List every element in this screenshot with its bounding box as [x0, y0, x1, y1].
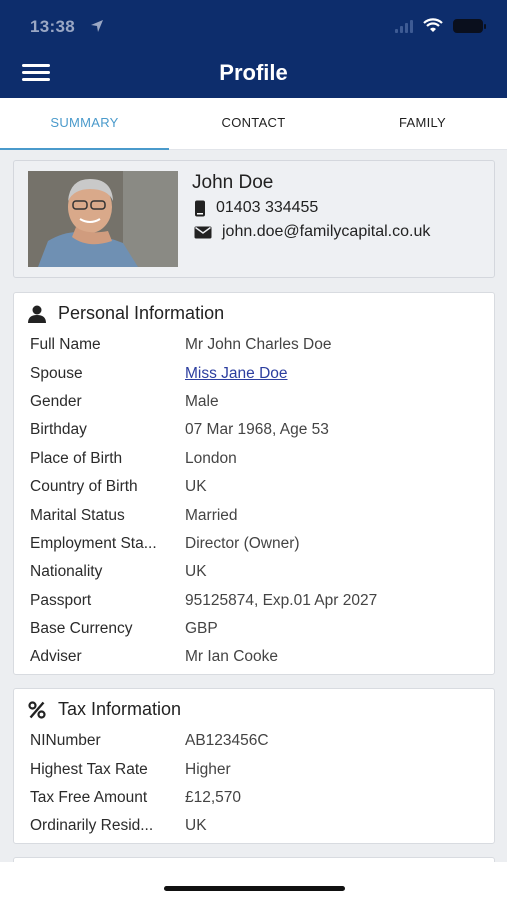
row-label: Place of Birth — [30, 449, 123, 467]
row-label: Nationality — [30, 563, 103, 581]
table-row: Adviser Mr Ian Cooke — [30, 643, 484, 671]
phone-icon — [195, 200, 205, 216]
signal-icon — [395, 19, 413, 33]
row-label: Ordinarily Resid... — [30, 817, 154, 835]
contact-name: John Doe — [192, 172, 274, 193]
home-indicator-area — [0, 862, 507, 900]
email-icon — [194, 226, 212, 238]
row-label: Highest Tax Rate — [30, 760, 148, 778]
row-label: Base Currency — [30, 620, 133, 638]
table-row: Employment Sta... Director (Owner) — [30, 530, 484, 558]
row-label: Birthday — [30, 421, 87, 439]
row-label: Employment Sta... — [30, 534, 157, 552]
row-value: 07 Mar 1968, Age 53 — [185, 421, 329, 439]
home-indicator[interactable] — [164, 886, 345, 891]
table-row: Marital Status Married — [30, 501, 484, 529]
email-row[interactable]: john.doe@familycapital.co.uk — [194, 223, 430, 241]
table-row: Full Name Mr John Charles Doe — [30, 331, 484, 359]
tab-summary[interactable]: SUMMARY — [0, 98, 169, 150]
table-row: Country of Birth UK — [30, 473, 484, 501]
avatar — [28, 171, 178, 267]
wifi-icon — [423, 18, 443, 32]
table-row: NINumber AB123456C — [30, 727, 484, 755]
row-value: Male — [185, 392, 219, 410]
row-label: Country of Birth — [30, 478, 138, 496]
row-value: London — [185, 449, 237, 467]
row-value: UK — [185, 817, 207, 835]
row-label: Gender — [30, 392, 82, 410]
battery-icon — [453, 18, 486, 33]
row-value: UK — [185, 563, 207, 581]
table-row: Place of Birth London — [30, 445, 484, 473]
row-value: Mr John Charles Doe — [185, 336, 332, 354]
row-value: GBP — [185, 620, 218, 638]
row-value: £12,570 — [185, 788, 242, 806]
row-label: Adviser — [30, 648, 82, 666]
row-label: Spouse — [30, 364, 83, 382]
row-value: Married — [185, 506, 238, 524]
personal-information-rows: Full Name Mr John Charles Doe Spouse Miss … — [30, 331, 484, 672]
row-label: Marital Status — [30, 506, 125, 524]
personal-information-title: Personal Information — [58, 303, 225, 323]
row-value: Higher — [185, 760, 231, 778]
table-row: Gender Male — [30, 388, 484, 416]
table-row: Highest Tax Rate Higher — [30, 755, 484, 783]
tab-family[interactable]: FAMILY — [338, 98, 507, 149]
row-value: Mr Ian Cooke — [185, 648, 279, 666]
status-indicators — [395, 18, 486, 33]
tax-information-rows: NINumber AB123456C Highest Tax Rate Higher… — [30, 727, 484, 841]
row-value: UK — [185, 478, 207, 496]
tax-information-header: Tax Information — [28, 699, 181, 720]
phone-row[interactable]: 01403 334455 — [194, 199, 318, 217]
personal-information-card: Personal Information Full Name Mr John Ch… — [13, 292, 495, 675]
status-time: 13:38 — [30, 17, 75, 36]
row-value: Director (Owner) — [185, 534, 300, 552]
page-title: Profile — [219, 60, 288, 85]
row-label: NINumber — [30, 732, 101, 750]
row-label: Passport — [30, 591, 92, 609]
tab-contact[interactable]: CONTACT — [169, 98, 338, 149]
personal-information-header: Personal Information — [28, 303, 224, 324]
percent-icon — [28, 700, 46, 719]
app-header: 13:38 Profile — [0, 0, 507, 98]
table-row: Passport 95125874, Exp.01 Apr 2027 — [30, 587, 484, 615]
spouse-link[interactable]: Miss Jane Doe — [185, 365, 288, 383]
tax-information-title: Tax Information — [58, 699, 182, 719]
table-row: Ordinarily Resid... UK — [30, 812, 484, 840]
table-row: Tax Free Amount £12,570 — [30, 784, 484, 812]
person-icon — [28, 305, 46, 323]
contact-card: John Doe 01403 334455 john.doe@familycap… — [13, 160, 495, 278]
table-row: Birthday 07 Mar 1968, Age 53 — [30, 416, 484, 444]
row-value: AB123456C — [185, 732, 269, 750]
table-row: Spouse Miss Jane Doe — [30, 359, 484, 387]
email-address: john.doe@familycapital.co.uk — [222, 223, 431, 240]
tax-information-card: Tax Information NINumber AB123456C Highes… — [13, 688, 495, 844]
table-row: Base Currency GBP — [30, 615, 484, 643]
row-label: Tax Free Amount — [30, 788, 148, 806]
table-row: Nationality UK — [30, 558, 484, 586]
row-value: 95125874, Exp.01 Apr 2027 — [185, 591, 378, 609]
phone-number: 01403 334455 — [216, 199, 319, 216]
row-label: Full Name — [30, 336, 101, 354]
location-arrow-icon — [91, 20, 103, 32]
tab-bar: SUMMARY CONTACT FAMILY — [0, 98, 507, 150]
